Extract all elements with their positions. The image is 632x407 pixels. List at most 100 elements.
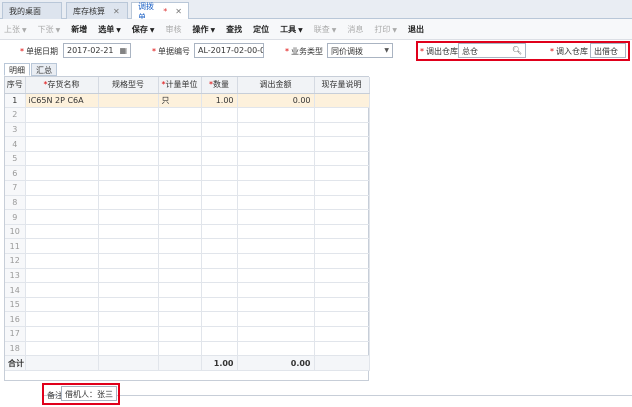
table-cell[interactable] — [158, 180, 202, 196]
table-cell[interactable] — [201, 282, 238, 298]
table-cell[interactable] — [237, 253, 315, 269]
table-cell[interactable] — [158, 326, 202, 342]
select-order-button[interactable]: 选单 ▼ — [98, 24, 121, 35]
save-button[interactable]: 保存 ▼ — [132, 24, 155, 35]
table-cell[interactable] — [98, 311, 159, 327]
table-cell[interactable] — [98, 93, 159, 109]
table-cell[interactable] — [98, 107, 159, 123]
table-cell[interactable] — [314, 195, 370, 211]
table-cell[interactable] — [158, 209, 202, 225]
table-cell[interactable] — [158, 224, 202, 240]
table-cell[interactable] — [237, 341, 315, 357]
table-cell[interactable] — [314, 297, 370, 313]
table-row[interactable]: 17 — [5, 326, 370, 342]
table-cell[interactable] — [25, 195, 99, 211]
table-cell[interactable] — [237, 165, 315, 182]
table-cell[interactable] — [158, 341, 202, 357]
table-cell[interactable] — [237, 136, 315, 152]
table-cell[interactable] — [201, 165, 238, 182]
table-row[interactable]: 5 — [5, 151, 370, 167]
table-row[interactable]: 8 — [5, 195, 370, 211]
table-cell[interactable] — [201, 341, 238, 357]
table-cell[interactable] — [158, 268, 202, 284]
table-cell[interactable] — [237, 268, 315, 284]
table-cell[interactable] — [25, 180, 99, 196]
table-cell[interactable] — [25, 165, 99, 182]
table-row[interactable]: 10 — [5, 224, 370, 240]
new-button[interactable]: 新增 — [71, 24, 87, 35]
table-cell[interactable] — [314, 224, 370, 240]
column-header[interactable]: *存货名称 — [25, 77, 99, 94]
out-warehouse-input[interactable]: 总仓 🔍︎ — [458, 43, 526, 58]
table-cell[interactable] — [237, 195, 315, 211]
table-cell[interactable]: 只 — [158, 93, 202, 109]
table-cell[interactable] — [25, 151, 99, 167]
table-cell[interactable] — [25, 253, 99, 269]
table-cell[interactable] — [314, 341, 370, 357]
subtab-detail[interactable]: 明细 — [4, 63, 30, 76]
column-header[interactable]: 规格型号 — [98, 77, 159, 94]
column-header[interactable]: 调出金额 — [237, 77, 315, 94]
table-row[interactable]: 15 — [5, 297, 370, 313]
table-cell[interactable] — [25, 268, 99, 284]
table-cell[interactable] — [25, 311, 99, 327]
table-cell[interactable] — [237, 180, 315, 196]
table-cell[interactable] — [158, 136, 202, 152]
table-cell[interactable] — [98, 195, 159, 211]
table-cell[interactable] — [314, 107, 370, 123]
next-button[interactable]: 下张 ▼ — [38, 24, 61, 35]
table-row[interactable]: 7 — [5, 180, 370, 196]
table-cell[interactable] — [98, 268, 159, 284]
table-cell[interactable] — [158, 297, 202, 313]
locate-button[interactable]: 定位 — [253, 24, 269, 35]
table-cell[interactable] — [98, 165, 159, 182]
table-cell[interactable] — [201, 122, 238, 138]
table-row[interactable]: 13 — [5, 268, 370, 284]
doc-date-input[interactable]: 2017-02-21 ▦ — [63, 43, 131, 58]
table-cell[interactable] — [237, 151, 315, 167]
table-row[interactable]: 18 — [5, 341, 370, 357]
search-icon[interactable]: 🔍︎ — [512, 46, 522, 55]
tab-inventory-accounting[interactable]: 库存核算 ✕ — [66, 2, 128, 19]
table-cell[interactable] — [237, 224, 315, 240]
table-row[interactable]: 6 — [5, 165, 370, 182]
column-header[interactable]: 序号 — [5, 77, 26, 94]
table-cell[interactable] — [98, 341, 159, 357]
table-cell[interactable] — [237, 282, 315, 298]
table-cell[interactable] — [201, 224, 238, 240]
table-row[interactable]: 3 — [5, 122, 370, 138]
table-cell[interactable] — [158, 122, 202, 138]
prev-button[interactable]: 上张 ▼ — [4, 24, 27, 35]
table-cell[interactable] — [314, 311, 370, 327]
table-cell[interactable] — [25, 282, 99, 298]
table-row[interactable]: 1 iC65N 2P C6A 只 1.00 0.00 — [5, 93, 370, 109]
table-cell[interactable] — [314, 282, 370, 298]
table-cell[interactable] — [201, 297, 238, 313]
column-header[interactable]: *计量单位 — [158, 77, 202, 94]
audit-button[interactable]: 审核 — [166, 24, 182, 35]
table-cell[interactable] — [314, 122, 370, 138]
table-cell[interactable] — [201, 238, 238, 255]
table-row[interactable]: 14 — [5, 282, 370, 298]
table-cell[interactable] — [237, 238, 315, 255]
table-cell[interactable] — [158, 151, 202, 167]
table-cell[interactable] — [98, 238, 159, 255]
table-row[interactable]: 16 — [5, 311, 370, 327]
table-cell[interactable]: 0.00 — [237, 93, 315, 109]
table-row[interactable]: 2 — [5, 107, 370, 123]
table-cell[interactable] — [25, 297, 99, 313]
table-cell[interactable] — [98, 224, 159, 240]
doc-no-input[interactable]: AL-2017-02-00-0... — [194, 43, 264, 58]
table-cell[interactable] — [201, 311, 238, 327]
table-cell[interactable] — [201, 268, 238, 284]
table-cell[interactable] — [314, 326, 370, 342]
table-cell[interactable] — [314, 165, 370, 182]
table-cell[interactable] — [237, 122, 315, 138]
table-cell[interactable]: iC65N 2P C6A — [25, 93, 99, 109]
table-cell[interactable] — [201, 326, 238, 342]
table-cell[interactable] — [314, 136, 370, 152]
table-cell[interactable] — [158, 282, 202, 298]
table-row[interactable]: 12 — [5, 253, 370, 269]
table-cell[interactable] — [158, 195, 202, 211]
column-header[interactable]: *数量 — [201, 77, 238, 94]
